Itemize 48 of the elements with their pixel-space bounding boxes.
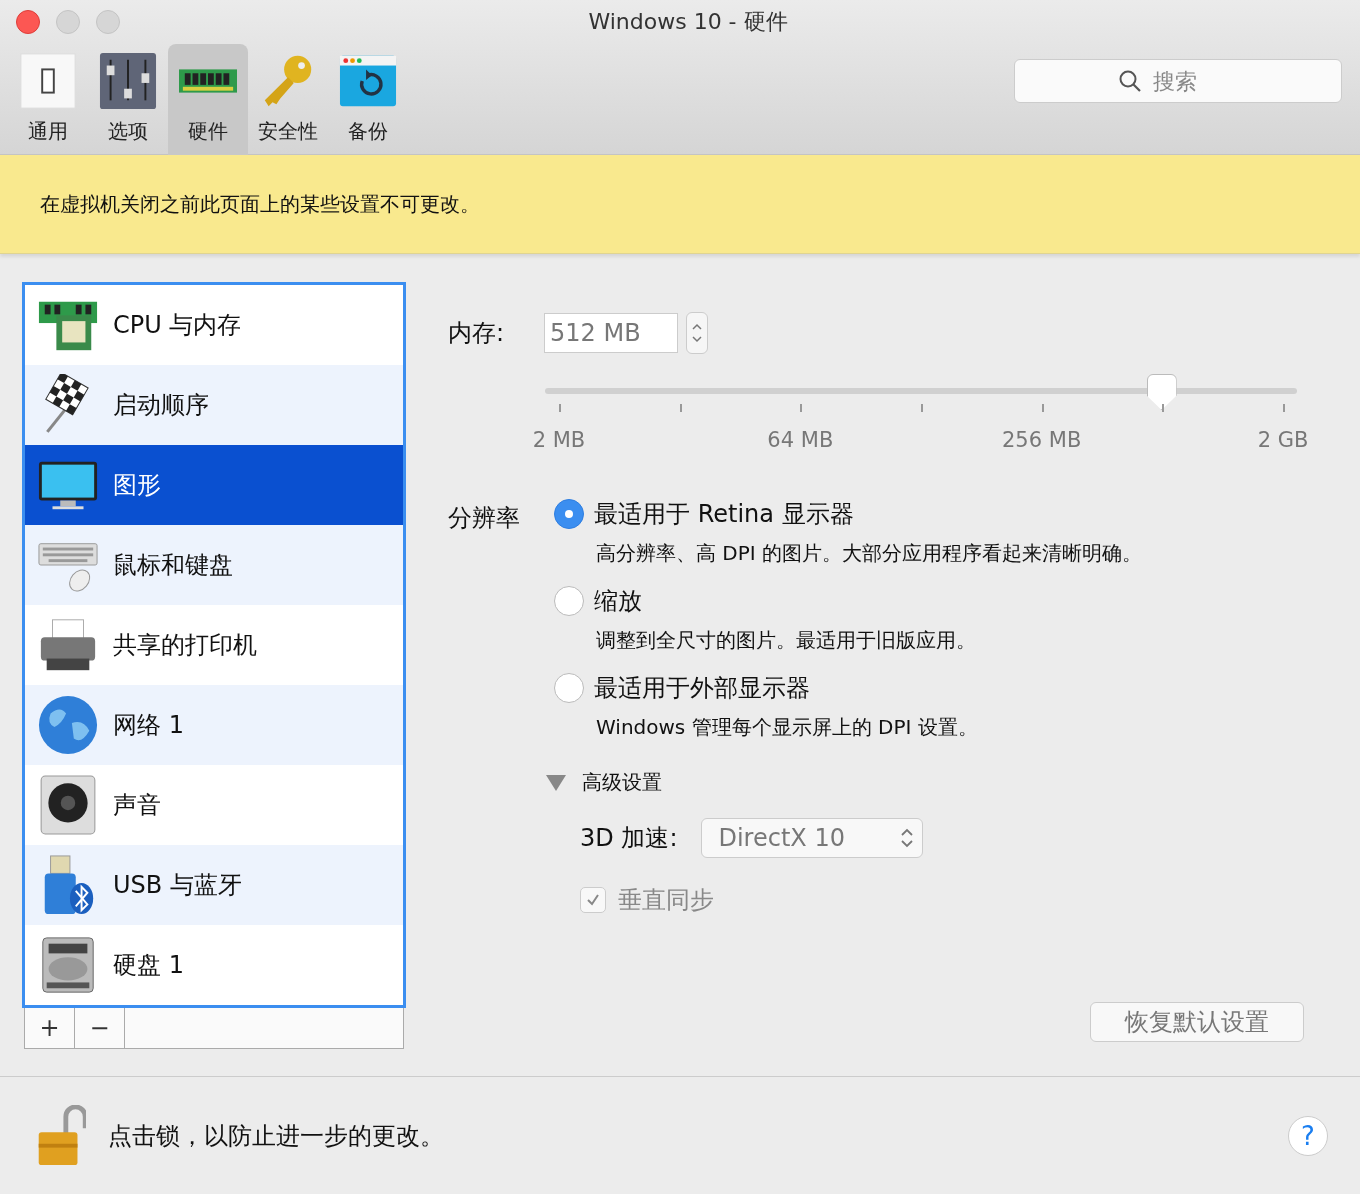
sidebar-item[interactable]: 鼠标和键盘 <box>25 525 403 605</box>
radio-label[interactable]: 缩放 <box>594 585 642 617</box>
radio-button[interactable] <box>554 586 584 616</box>
speaker-icon <box>37 774 99 836</box>
toolbar-tab[interactable]: 硬件 <box>168 44 248 155</box>
toolbar-tab[interactable]: 备份 <box>328 44 408 155</box>
zoom-button[interactable] <box>96 10 120 34</box>
minimize-button[interactable] <box>56 10 80 34</box>
search-field[interactable]: 搜索 <box>1014 59 1342 103</box>
radio-label[interactable]: 最适用于外部显示器 <box>594 672 810 704</box>
stepper[interactable] <box>686 312 708 354</box>
window-title: Windows 10 - 硬件 <box>587 8 789 36</box>
disclosure-triangle-icon[interactable] <box>546 774 566 791</box>
toolbar-tab[interactable]: 通用 <box>8 44 88 155</box>
search-icon <box>1118 69 1142 93</box>
memory-label: 内存: <box>448 318 506 349</box>
option-description: Windows 管理每个显示屏上的 DPI 设置。 <box>596 714 979 741</box>
slider-tick-label: 64 MB <box>767 428 834 452</box>
option-description: 高分辨率、高 DPI 的图片。大部分应用程序看起来清晰明确。 <box>596 540 1143 567</box>
slider-tick-label: 2 GB <box>1257 428 1309 452</box>
toolbar-tab[interactable]: 选项 <box>88 44 168 155</box>
acceleration-dropdown[interactable]: DirectX 10 <box>701 818 924 858</box>
radio-button[interactable] <box>554 673 584 703</box>
lock-message: 点击锁，以防止进一步的更改。 <box>108 1120 444 1152</box>
memory-slider[interactable] <box>545 374 1297 410</box>
restore-defaults-button[interactable]: 恢复默认设置 <box>1090 1002 1304 1042</box>
sliders-icon <box>97 52 159 110</box>
sidebar-item[interactable]: 网络 1 <box>25 685 403 765</box>
acceleration-label: 3D 加速: <box>580 823 678 854</box>
checkmark-icon <box>585 892 601 908</box>
resolution-label: 分辨率 <box>448 503 521 534</box>
radio-label[interactable]: 最适用于 Retina 显示器 <box>594 498 854 530</box>
radio-button[interactable] <box>554 499 584 529</box>
unlocked-padlock-icon <box>36 1104 86 1167</box>
help-button[interactable]: ? <box>1288 1115 1328 1156</box>
slider-thumb[interactable] <box>1146 374 1177 410</box>
sidebar-item[interactable]: 启动顺序 <box>25 365 403 445</box>
memory-field[interactable]: 512 MB <box>544 313 678 353</box>
globe-icon <box>37 694 99 756</box>
sidebar-item[interactable]: USB 与蓝牙 <box>25 845 403 925</box>
toolbar-tab[interactable]: 安全性 <box>248 44 328 155</box>
option-description: 调整到全尺寸的图片。最适用于旧版应用。 <box>596 627 977 654</box>
close-button[interactable] <box>16 10 40 34</box>
sidebar-item[interactable]: 图形 <box>25 445 403 525</box>
warning-message: 在虚拟机关闭之前此页面上的某些设置不可更改。 <box>40 190 480 218</box>
advanced-settings-label: 高级设置 <box>582 769 662 796</box>
slider-tick-label: 256 MB <box>1002 428 1082 452</box>
slider-tick-label: 2 MB <box>532 428 586 452</box>
